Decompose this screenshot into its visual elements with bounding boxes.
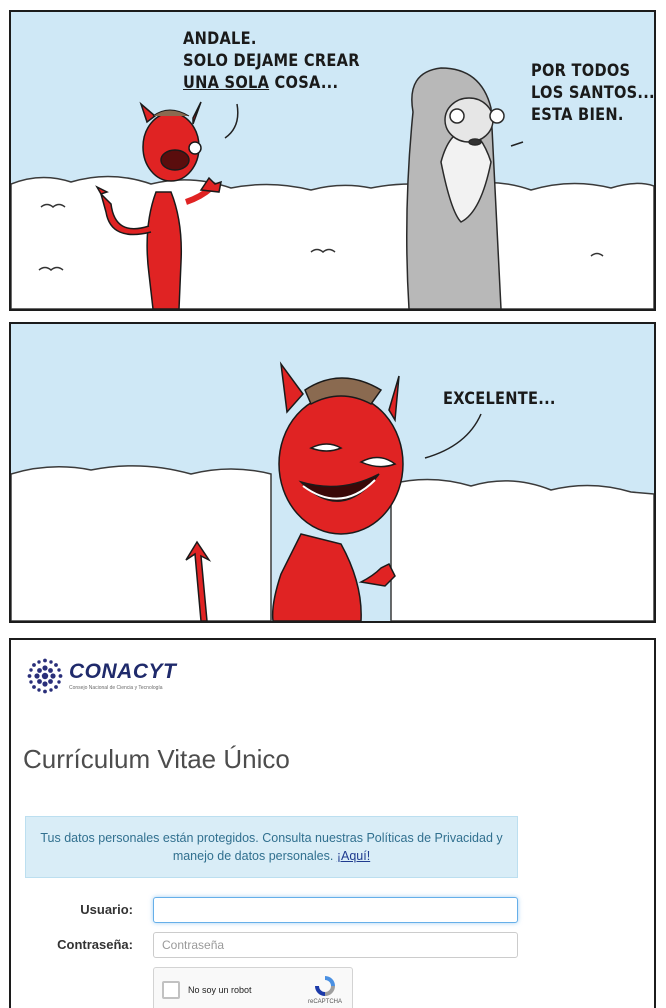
comic-panel-2: EXCELENTE...	[9, 322, 656, 623]
speech-line: COSA...	[269, 73, 339, 93]
speech-line: POR TODOS	[531, 61, 631, 81]
comic-panel-1: ANDALE. SOLO DEJAME CREAR UNA SOLA COSA.…	[9, 10, 656, 311]
username-input[interactable]	[153, 897, 518, 923]
brand-subtitle: Consejo Nacional de Ciencia y Tecnología	[69, 685, 163, 691]
password-input[interactable]	[153, 932, 518, 958]
conacyt-logo-icon	[27, 658, 63, 694]
privacy-link[interactable]: ¡Aquí!	[337, 849, 370, 863]
speech-line: ANDALE.	[183, 29, 257, 49]
cloud-bank	[11, 465, 272, 621]
god-character	[406, 67, 505, 309]
cloud-bank	[11, 175, 654, 309]
speech-emphasis: UNA SOLA	[183, 73, 270, 93]
recaptcha-icon	[315, 976, 335, 996]
recaptcha-label: No soy un robot	[188, 985, 252, 995]
panel-2-illustration	[11, 361, 654, 621]
username-label: Usuario:	[80, 902, 133, 917]
recaptcha-checkbox[interactable]	[162, 981, 180, 999]
login-panel: CONACYT Consejo Nacional de Ciencia y Te…	[9, 638, 656, 1008]
page-title: Currículum Vitae Único	[23, 744, 290, 774]
privacy-notice: Tus datos personales están protegidos. C…	[25, 816, 518, 878]
brand-name: CONACYT	[69, 660, 177, 683]
privacy-notice-text: Tus datos personales están protegidos. C…	[40, 831, 503, 863]
devil-speech-bubble: ANDALE. SOLO DEJAME CREAR UNA SOLA COSA.…	[183, 28, 360, 94]
recaptcha-widget: No soy un robot reCAPTCHA	[153, 967, 353, 1008]
password-label: Contraseña:	[57, 937, 133, 952]
speech-line: LOS SANTOS...	[531, 83, 655, 103]
devil-speech-bubble: EXCELENTE...	[443, 389, 556, 409]
speech-line: SOLO DEJAME CREAR	[183, 51, 360, 71]
speech-line: ESTA BIEN.	[531, 105, 624, 125]
recaptcha-brand: reCAPTCHA	[308, 999, 343, 1005]
god-speech-bubble: POR TODOS LOS SANTOS... ESTA BIEN.	[531, 60, 655, 126]
